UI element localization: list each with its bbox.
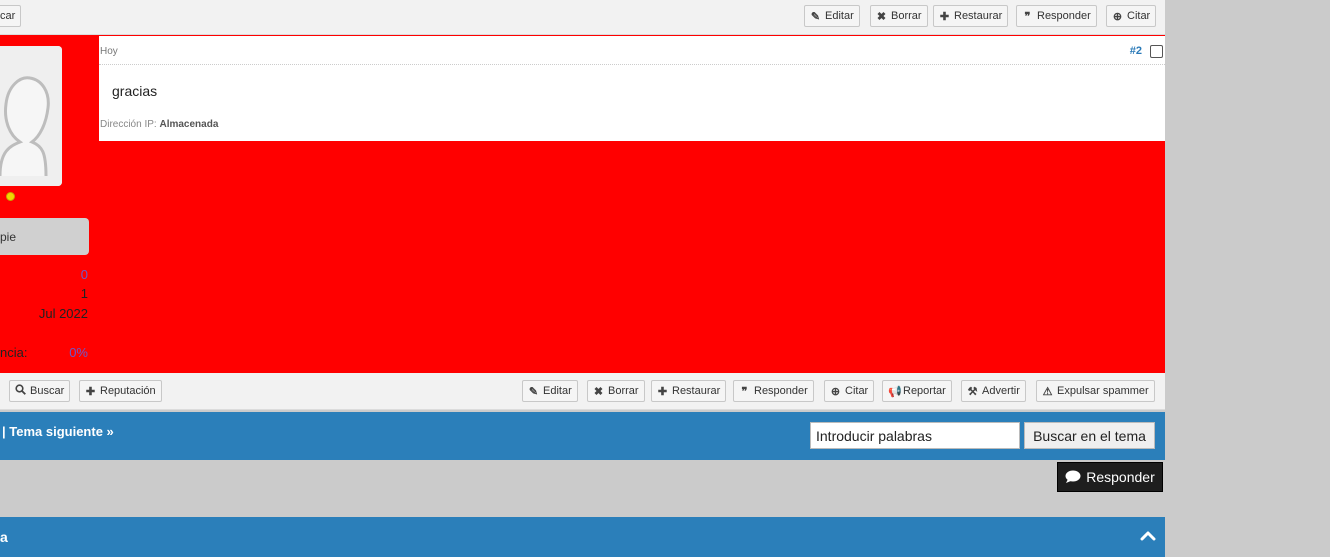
plus-icon: ✚ — [85, 385, 96, 398]
reputation-button[interactable]: ✚ Reputación — [79, 380, 162, 402]
user-stat-value: Jul 2022 — [38, 306, 88, 321]
quote-button[interactable]: ⊕ Citar — [1106, 5, 1157, 27]
search-thread-input[interactable] — [810, 422, 1020, 449]
default-avatar-icon — [0, 46, 62, 186]
avatar[interactable] — [0, 46, 62, 186]
online-status-icon — [6, 192, 15, 201]
search-icon — [15, 384, 26, 398]
post-message: gracias — [112, 83, 158, 99]
post-content: Hoy #2 gracias Dirección IP: Almacenada — [99, 36, 1165, 141]
reply-button[interactable]: ❞ Responder — [733, 380, 814, 402]
search-button[interactable]: Buscar — [9, 380, 71, 402]
edit-button[interactable]: ✎ Editar — [522, 380, 578, 402]
reply-thread-button[interactable]: Responder — [1057, 462, 1163, 492]
post-date: Hoy — [100, 46, 118, 57]
ip-value: Almacenada — [159, 119, 219, 130]
delete-button[interactable]: ✖ Borrar — [587, 380, 645, 402]
search-user-button-partial[interactable]: car — [0, 5, 22, 27]
warning-icon: ⚠ — [1042, 385, 1053, 398]
close-icon: ✖ — [876, 10, 887, 23]
megaphone-icon: 📢 — [888, 385, 902, 398]
report-button[interactable]: 📢 Reportar — [882, 380, 952, 402]
plus-icon: ✚ — [939, 10, 950, 23]
section-header-bar: a — [0, 517, 1165, 557]
plus-icon: ✚ — [657, 385, 668, 398]
post-ip-info: Dirección IP: Almacenada — [100, 119, 218, 130]
quote-icon: ❞ — [741, 385, 748, 398]
thread-page: car ✎ Editar ✖ Borrar ✚ Restaurar ❞ Resp… — [0, 0, 1165, 557]
post-select-checkbox[interactable] — [1150, 45, 1163, 58]
thread-navigation-bar: | Tema siguiente » Buscar en el tema — [0, 412, 1165, 460]
edit-button[interactable]: ✎ Editar — [804, 5, 860, 27]
plus-circle-icon: ⊕ — [1112, 10, 1123, 23]
edit-icon: ✎ — [528, 385, 539, 398]
close-icon: ✖ — [593, 385, 604, 398]
section-title: a — [0, 529, 8, 545]
quote-icon: ❞ — [1024, 10, 1031, 23]
post-toolbar-top: car ✎ Editar ✖ Borrar ✚ Restaurar ❞ Resp… — [0, 0, 1165, 35]
next-thread-link[interactable]: | Tema siguiente » — [2, 424, 114, 439]
chevron-up-icon[interactable] — [1139, 527, 1157, 545]
search-thread-button[interactable]: Buscar en el tema — [1024, 422, 1155, 449]
warn-button[interactable]: ⚒ Advertir — [961, 380, 1026, 402]
restore-button[interactable]: ✚ Restaurar — [933, 5, 1009, 27]
reply-button[interactable]: ❞ Responder — [1016, 5, 1097, 27]
gavel-icon: ⚒ — [967, 385, 978, 398]
post-number-link[interactable]: #2 — [1130, 45, 1142, 57]
user-stat-value[interactable]: 0% — [69, 345, 88, 360]
user-stat-value[interactable]: 0 — [81, 267, 88, 282]
post-toolbar-bottom: Buscar ✚ Reputación ✎ Editar ✖ Borrar ✚ … — [0, 373, 1165, 410]
speech-bubble-icon — [1065, 470, 1081, 483]
edit-icon: ✎ — [810, 10, 821, 23]
quote-button[interactable]: ⊕ Citar — [824, 380, 875, 402]
ip-label: Dirección IP: — [100, 119, 157, 130]
restore-button[interactable]: ✚ Restaurar — [651, 380, 727, 402]
plus-circle-icon: ⊕ — [830, 385, 841, 398]
ban-spammer-button[interactable]: ⚠ Expulsar spammer — [1036, 380, 1155, 402]
delete-button[interactable]: ✖ Borrar — [870, 5, 928, 27]
user-rank-label: pie — [0, 230, 17, 244]
user-stat-label: ncia: — [0, 345, 28, 360]
post-divider — [99, 64, 1165, 65]
user-stat-value: 1 — [80, 286, 88, 301]
